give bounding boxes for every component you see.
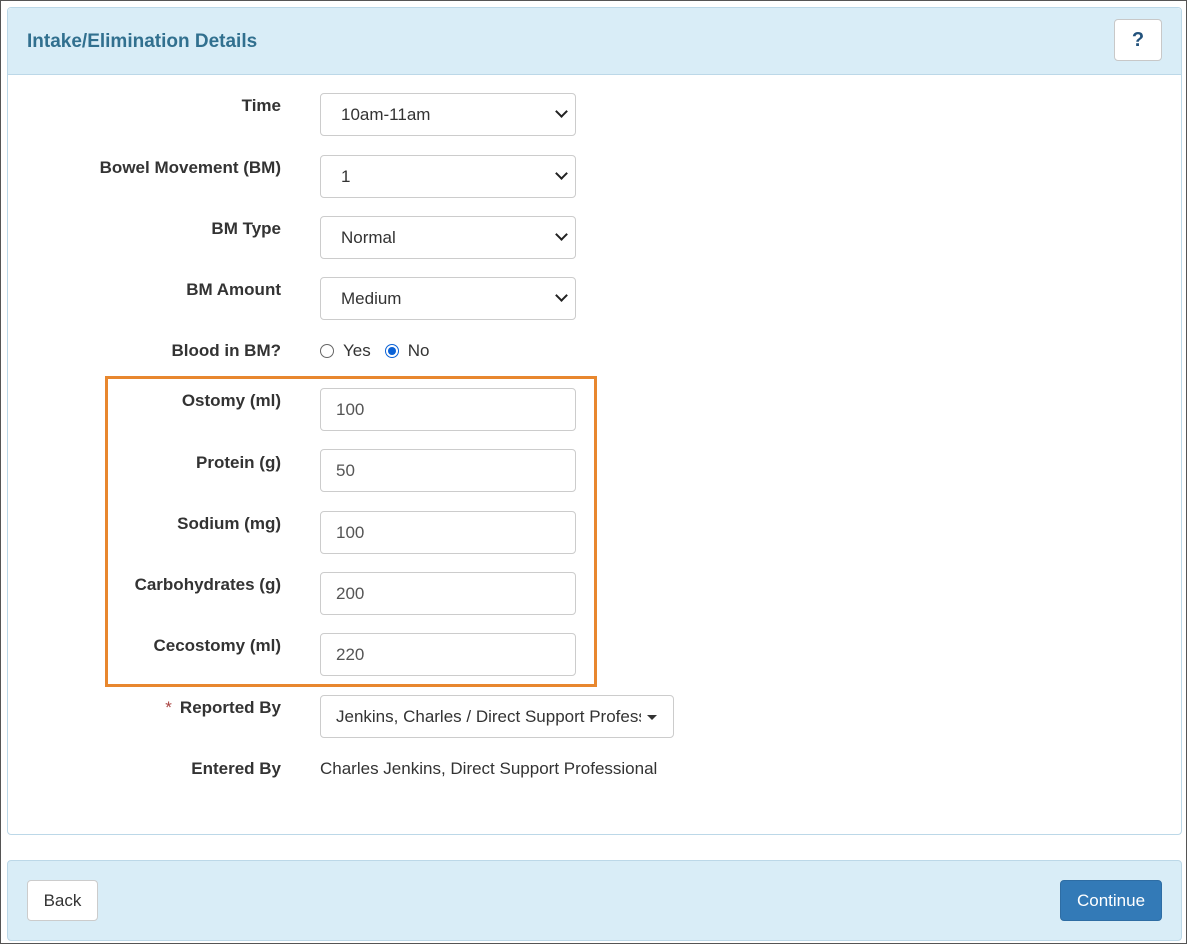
entered-by-value: Charles Jenkins, Direct Support Professi…: [320, 759, 658, 778]
footer-bar: Back Continue: [7, 860, 1182, 941]
blood-yes-label[interactable]: Yes: [343, 341, 371, 361]
panel-header: Intake/Elimination Details ?: [8, 8, 1181, 75]
bm-amount-label: BM Amount: [186, 280, 281, 299]
page-title: Intake/Elimination Details: [27, 31, 258, 52]
reported-by-label-text: Reported By: [179, 698, 281, 717]
chevron-down-icon: [555, 289, 568, 302]
time-label: Time: [241, 96, 281, 115]
sodium-label: Sodium (mg): [177, 514, 281, 533]
blood-in-bm-radio-group: Yes No: [320, 341, 443, 361]
protein-label: Protein (g): [196, 453, 281, 472]
cecostomy-input[interactable]: 220: [320, 633, 576, 676]
ostomy-input[interactable]: 100: [320, 388, 576, 431]
chevron-down-icon: [555, 167, 568, 180]
continue-button[interactable]: Continue: [1060, 880, 1162, 921]
bm-type-select[interactable]: Normal: [320, 216, 576, 259]
reported-by-label: * Reported By: [21, 698, 281, 718]
entered-by-label: Entered By: [191, 759, 281, 778]
bowel-movement-label: Bowel Movement (BM): [99, 158, 281, 177]
bowel-movement-select-value: 1: [341, 166, 351, 186]
caret-down-icon: [647, 715, 657, 720]
time-select[interactable]: 10am-11am: [320, 93, 576, 136]
chevron-down-icon: [555, 228, 568, 241]
bm-type-select-value: Normal: [341, 227, 396, 247]
back-button[interactable]: Back: [27, 880, 98, 921]
carbohydrates-label: Carbohydrates (g): [134, 575, 281, 594]
blood-yes-radio[interactable]: [320, 344, 334, 358]
reported-by-dropdown[interactable]: Jenkins, Charles / Direct Support Profes…: [320, 695, 674, 738]
carbohydrates-input[interactable]: 200: [320, 572, 576, 615]
cecostomy-label: Cecostomy (ml): [153, 636, 281, 655]
bowel-movement-select[interactable]: 1: [320, 155, 576, 198]
window-frame: Intake/Elimination Details ? Time 10am-1…: [0, 0, 1187, 944]
time-select-value: 10am-11am: [341, 104, 431, 124]
bm-amount-select-value: Medium: [341, 288, 402, 308]
ostomy-label: Ostomy (ml): [181, 391, 281, 410]
reported-by-value: Jenkins, Charles / Direct Support Profes…: [336, 706, 641, 726]
chevron-down-icon: [555, 105, 568, 118]
blood-no-label[interactable]: No: [408, 341, 430, 361]
help-button[interactable]: ?: [1114, 19, 1162, 61]
sodium-input[interactable]: 100: [320, 511, 576, 554]
bm-type-label: BM Type: [211, 219, 281, 238]
blood-in-bm-label: Blood in BM?: [171, 341, 281, 360]
required-marker: *: [165, 698, 172, 717]
bm-amount-select[interactable]: Medium: [320, 277, 576, 320]
blood-no-radio[interactable]: [384, 344, 399, 358]
protein-input[interactable]: 50: [320, 449, 576, 492]
